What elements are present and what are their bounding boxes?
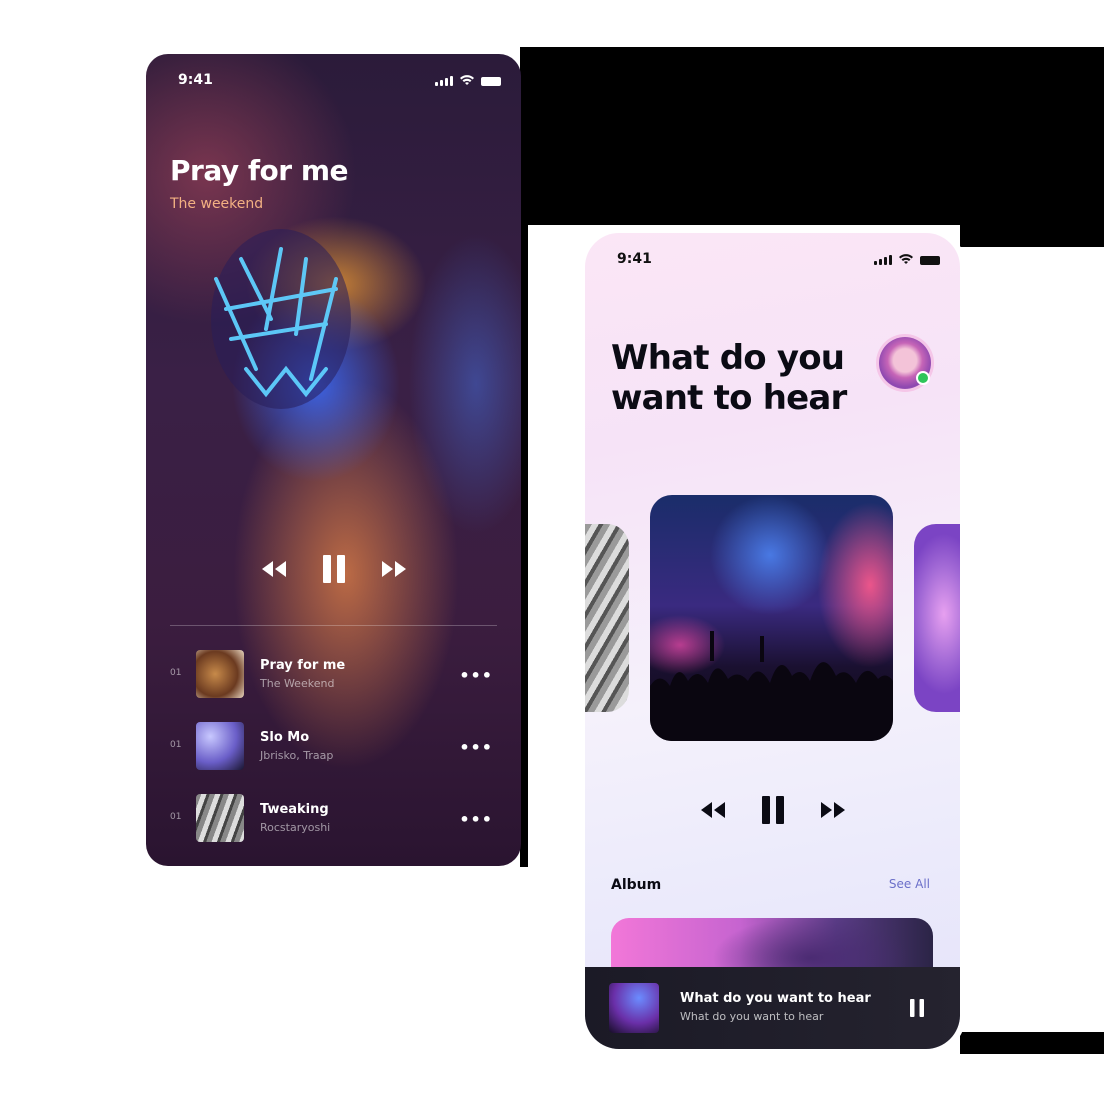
track-name: Pray for me <box>260 658 346 673</box>
signal-icon <box>874 255 892 265</box>
song-artist: The weekend <box>170 196 264 212</box>
home-screen: 9:41 What do you want to hear Album See … <box>585 233 960 1049</box>
track-number: 01 <box>170 812 182 822</box>
track-artist: Rocstaryoshi <box>260 821 331 834</box>
backdrop-top <box>520 47 1104 225</box>
track-name: Tweaking <box>260 802 329 817</box>
wifi-icon <box>459 75 475 86</box>
carousel-card-next[interactable] <box>914 524 960 712</box>
track-number: 01 <box>170 668 182 678</box>
backdrop-right-bottom <box>960 1032 1104 1054</box>
track-row[interactable]: 01 Slo Mo Jbrisko, Traap ••• <box>170 722 497 770</box>
status-bar: 9:41 <box>585 251 960 271</box>
more-options-icon[interactable]: ••• <box>459 738 493 757</box>
mini-player[interactable]: What do you want to hear What do you wan… <box>585 967 960 1049</box>
playback-controls <box>585 795 960 825</box>
track-thumbnail <box>196 650 244 698</box>
mini-player-thumbnail <box>609 983 659 1033</box>
track-artist: Jbrisko, Traap <box>260 749 334 762</box>
carousel-card-previous[interactable] <box>585 524 629 712</box>
album-section-label: Album <box>611 877 662 893</box>
track-number: 01 <box>170 740 182 750</box>
avatar[interactable] <box>879 337 931 389</box>
online-status-dot <box>916 371 930 385</box>
crowd-artwork <box>650 631 893 741</box>
pause-icon[interactable] <box>910 999 924 1017</box>
track-row[interactable]: 01 Pray for me The Weekend ••• <box>170 650 497 698</box>
mini-player-title: What do you want to hear <box>680 991 871 1006</box>
neon-mask-artwork <box>211 229 351 409</box>
mini-player-subtitle: What do you want to hear <box>680 1010 824 1023</box>
song-title: Pray for me <box>170 154 349 187</box>
wifi-icon <box>898 254 914 265</box>
rewind-icon[interactable] <box>259 554 289 584</box>
playback-controls <box>146 554 521 584</box>
pause-icon[interactable] <box>758 795 788 825</box>
signal-icon <box>435 76 453 86</box>
backdrop-right-top <box>960 225 1104 247</box>
more-options-icon[interactable]: ••• <box>459 666 493 685</box>
battery-icon <box>920 256 940 265</box>
fast-forward-icon[interactable] <box>379 554 409 584</box>
fast-forward-icon[interactable] <box>818 795 848 825</box>
track-name: Slo Mo <box>260 730 310 745</box>
track-row[interactable]: 01 Tweaking Rocstaryoshi ••• <box>170 794 497 842</box>
see-all-link[interactable]: See All <box>889 877 930 891</box>
status-bar: 9:41 <box>146 72 521 92</box>
track-thumbnail <box>196 794 244 842</box>
track-artist: The Weekend <box>260 677 335 690</box>
rewind-icon[interactable] <box>698 795 728 825</box>
status-time: 9:41 <box>178 72 213 88</box>
page-title: What do you want to hear <box>611 338 847 418</box>
now-playing-screen: 9:41 Pray for me The weekend 01 Pray for… <box>146 54 521 866</box>
more-options-icon[interactable]: ••• <box>459 810 493 829</box>
track-thumbnail <box>196 722 244 770</box>
battery-icon <box>481 77 501 86</box>
pause-icon[interactable] <box>319 554 349 584</box>
status-time: 9:41 <box>617 251 652 267</box>
carousel-card-featured[interactable] <box>650 495 893 741</box>
divider <box>170 625 497 626</box>
